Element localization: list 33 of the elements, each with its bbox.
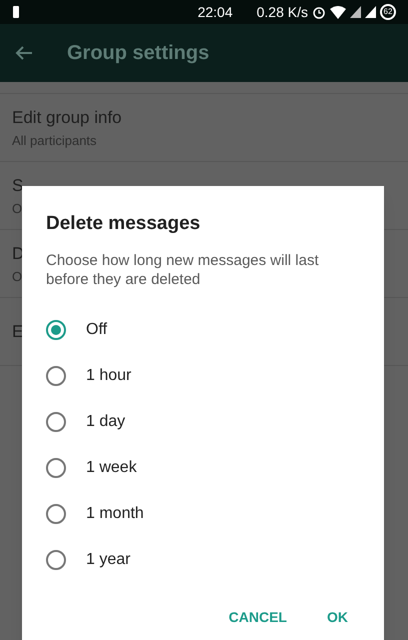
screen-title: Group settings: [67, 41, 210, 66]
battery-icon: [12, 5, 20, 19]
setting-title: Edit group info: [12, 107, 122, 129]
option-label: 1 year: [86, 550, 130, 570]
option-label: Off: [86, 320, 108, 340]
signal-icon: [365, 6, 376, 18]
clock-time: 22:04: [198, 2, 233, 22]
battery-level: 62: [380, 4, 396, 20]
option-label: 1 day: [86, 412, 126, 432]
radio-button[interactable]: [46, 458, 66, 478]
back-icon: [15, 45, 33, 61]
wifi-icon: [330, 6, 346, 18]
alarm-icon: [312, 5, 326, 19]
dialog-title: Delete messages: [46, 212, 202, 236]
setting-title: E: [12, 320, 24, 343]
option-radio[interactable]: 1 hour: [46, 352, 360, 398]
option-radio[interactable]: 1 year: [46, 536, 360, 582]
option-label: 1 hour: [86, 366, 132, 386]
network-speed: 0.28 K/s: [256, 2, 308, 22]
option-radio[interactable]: 1 day: [46, 398, 360, 444]
dialog-description: Choose how long new messages will last before they are deleted: [46, 250, 320, 288]
radio-button[interactable]: [46, 366, 66, 386]
radio-button[interactable]: [46, 320, 66, 340]
option-radio[interactable]: 1 month: [46, 490, 360, 536]
option-label: 1 week: [86, 458, 137, 478]
signal-icon: [350, 6, 361, 18]
radio-button[interactable]: [46, 550, 66, 570]
radio-button[interactable]: [46, 412, 66, 432]
option-label: 1 month: [86, 504, 144, 524]
option-radio[interactable]: 1 week: [46, 444, 360, 490]
setting-title: S: [12, 175, 24, 197]
option-radio[interactable]: Off: [46, 306, 360, 352]
radio-button[interactable]: [46, 504, 66, 524]
